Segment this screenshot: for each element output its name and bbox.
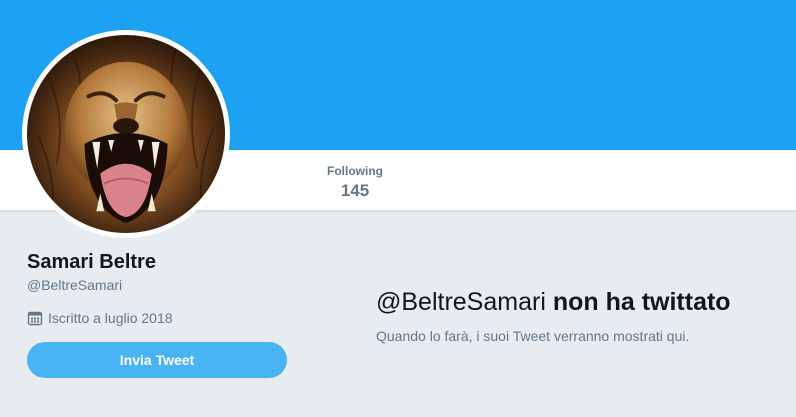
profile-name: Samari Beltre <box>27 251 156 273</box>
empty-timeline-subtitle: Quando lo farà, i suoi Tweet verranno mo… <box>376 328 690 344</box>
send-tweet-button[interactable]: Invia Tweet <box>27 342 287 378</box>
profile-page: Following 145 Samari Beltre @BeltreSamar… <box>0 0 796 417</box>
following-stat[interactable]: Following 145 <box>318 164 392 202</box>
empty-timeline-title: @BeltreSamari non ha twittato <box>376 286 731 318</box>
following-count: 145 <box>340 181 370 200</box>
avatar[interactable] <box>22 30 230 238</box>
empty-timeline-handle: @BeltreSamari <box>376 288 546 316</box>
empty-timeline-message: non ha twittato <box>552 288 731 316</box>
join-date: Iscritto a luglio 2018 <box>27 309 173 327</box>
calendar-icon <box>27 310 43 326</box>
following-label: Following <box>327 164 383 178</box>
profile-handle[interactable]: @BeltreSamari <box>27 277 122 293</box>
avatar-image <box>27 35 225 233</box>
join-date-text: Iscritto a luglio 2018 <box>48 310 173 326</box>
